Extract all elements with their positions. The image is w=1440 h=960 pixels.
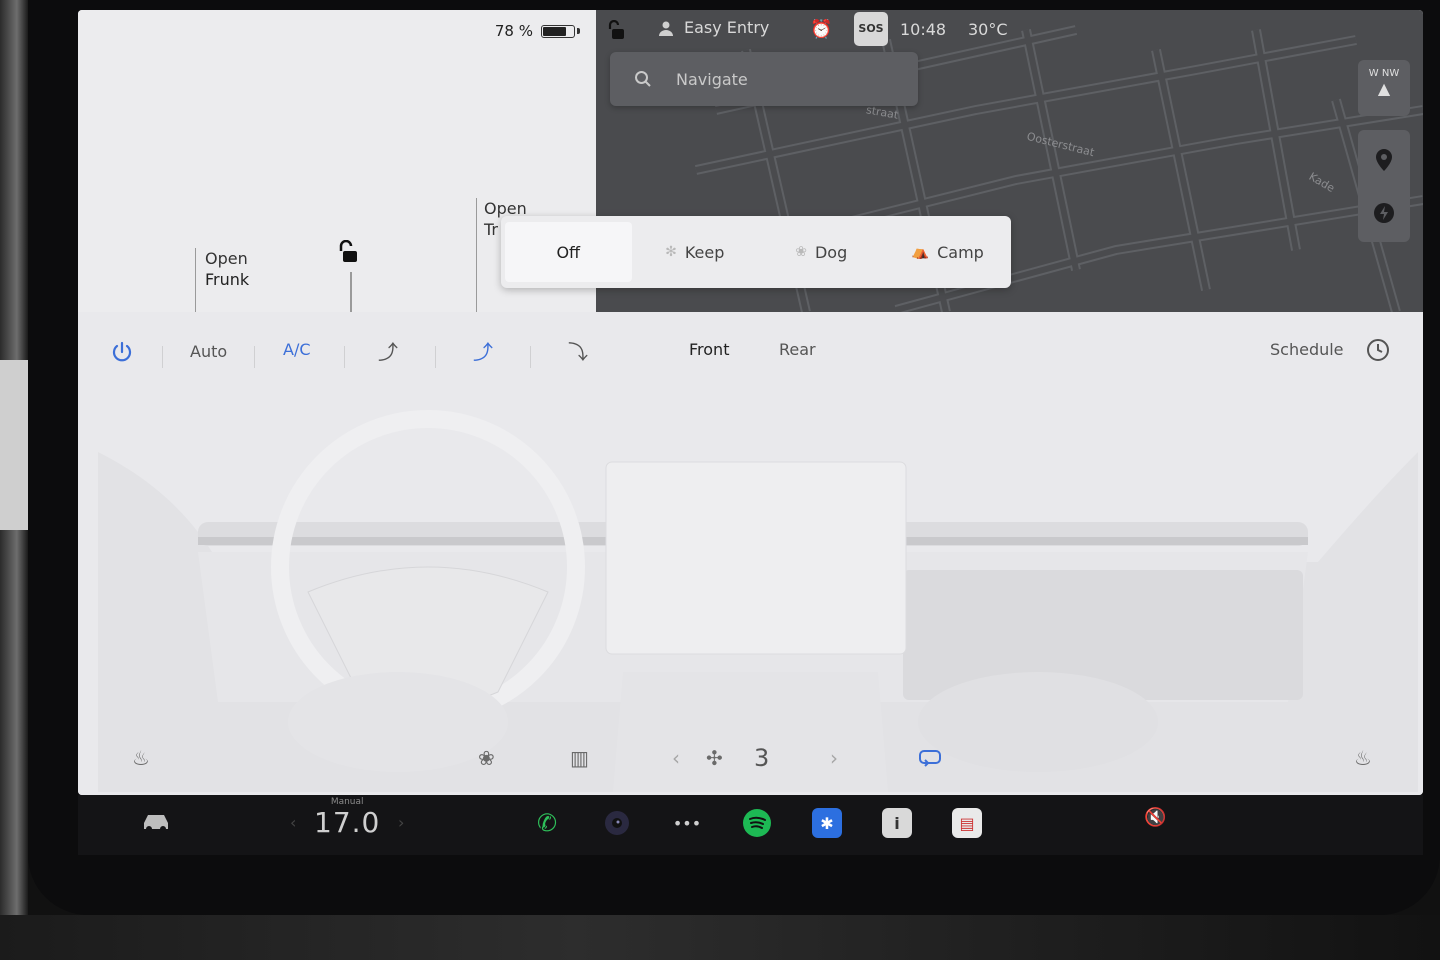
volume-mute-icon[interactable]: 🔇 xyxy=(1144,807,1166,828)
option-label: Dog xyxy=(814,242,848,262)
driver-profile[interactable]: Easy Entry xyxy=(658,18,769,37)
navigate-search[interactable]: Navigate xyxy=(610,52,918,106)
fan-decrease-button[interactable]: ‹ xyxy=(672,746,680,770)
heading-arrow-icon: ▲ xyxy=(1377,79,1391,98)
search-icon xyxy=(635,71,651,87)
profile-name: Easy Entry xyxy=(684,18,770,37)
passenger-seat-heater-icon[interactable]: ♨ xyxy=(1354,746,1372,770)
search-placeholder: Navigate xyxy=(676,69,748,89)
cabin-visualization xyxy=(98,410,1418,792)
touchscreen: 78 % Open Frunk Open Tr Oosterstraat Kad… xyxy=(78,10,1423,795)
phone-icon[interactable]: ✆ xyxy=(532,808,562,838)
airflow-feet-icon[interactable]: ⤵ xyxy=(568,336,588,365)
open-frunk-button[interactable]: Open Frunk xyxy=(195,248,249,316)
sos-button[interactable]: SOS xyxy=(854,12,888,46)
notes-icon[interactable]: ▤ xyxy=(952,808,982,838)
tent-icon: ⛺ xyxy=(911,244,930,260)
option-label: Keep xyxy=(684,242,725,262)
temp-increase-button[interactable]: › xyxy=(398,813,404,832)
charging-icon[interactable] xyxy=(1373,202,1395,224)
front-defrost-icon[interactable]: ❀ xyxy=(478,746,495,770)
tab-rear[interactable]: Rear xyxy=(779,340,816,359)
more-icon[interactable]: ••• xyxy=(672,808,702,838)
frunk-label-frunk: Frunk xyxy=(205,270,250,289)
fan-icon: ✣ xyxy=(706,746,723,770)
camera-icon[interactable] xyxy=(602,808,632,838)
alarm-clock-icon[interactable]: ⏰ xyxy=(810,19,832,40)
fan-increase-button[interactable]: › xyxy=(830,746,838,770)
map-tools xyxy=(1358,130,1410,242)
fan-icon: ✻ xyxy=(665,244,677,260)
airflow-face-icon[interactable]: ⤴ xyxy=(378,336,398,365)
rear-defrost-icon[interactable]: ▥ xyxy=(570,746,589,770)
person-icon xyxy=(659,21,673,36)
recirculate-icon[interactable] xyxy=(918,748,942,768)
keep-climate-selector: Off ✻ Keep ❀ Dog ⛺ Camp xyxy=(501,216,1011,288)
clock-time: 10:48 xyxy=(900,20,947,39)
climate-panel: Auto A/C ⤴ ⤴ ⤵ Front Rear Schedule ♨ ❀ ▥… xyxy=(78,312,1423,795)
status-bar: Easy Entry ⏰ SOS 10:48 30°C xyxy=(596,10,1423,50)
driver-temperature[interactable]: Manual 17.0 xyxy=(314,797,380,839)
manual-icon[interactable]: i xyxy=(882,808,912,838)
outside-temperature: 30°C xyxy=(968,20,1008,39)
temp-decrease-button[interactable]: ‹ xyxy=(290,813,296,832)
battery-indicator: 78 % xyxy=(495,22,580,40)
power-icon[interactable] xyxy=(110,340,134,364)
temp-value: 17.0 xyxy=(314,806,381,839)
keep-climate-dog[interactable]: ❀ Dog xyxy=(758,222,885,282)
car-interior-bottom xyxy=(0,915,1440,960)
auto-button[interactable]: Auto xyxy=(190,342,227,361)
ac-button[interactable]: A/C xyxy=(283,340,311,359)
climate-bottom-controls: ♨ ❀ ▥ ‹ ✣ 3 › ♨ xyxy=(78,740,1423,780)
location-pin-icon[interactable] xyxy=(1374,148,1394,172)
bluetooth-icon[interactable]: ✱ xyxy=(812,808,842,838)
keep-climate-off[interactable]: Off xyxy=(505,222,632,282)
spotify-icon[interactable] xyxy=(742,808,772,838)
keep-climate-camp[interactable]: ⛺ Camp xyxy=(885,222,1012,282)
lock-status-icon[interactable] xyxy=(606,20,626,40)
tab-front[interactable]: Front xyxy=(689,340,729,359)
unlock-icon[interactable] xyxy=(336,240,358,264)
frunk-label-open: Open xyxy=(205,249,248,268)
compass-heading: W NW xyxy=(1368,68,1400,79)
airflow-face-feet-icon[interactable]: ⤴ xyxy=(473,336,493,365)
driver-seat-heater-icon[interactable]: ♨ xyxy=(132,746,150,770)
keep-climate-keep[interactable]: ✻ Keep xyxy=(632,222,759,282)
battery-icon xyxy=(541,24,575,38)
option-label: Camp xyxy=(937,242,984,262)
car-icon[interactable] xyxy=(140,811,172,833)
option-label: Off xyxy=(556,242,581,262)
clock-icon[interactable] xyxy=(1366,338,1390,362)
climate-controls: Auto A/C ⤴ ⤴ ⤵ Front Rear Schedule xyxy=(78,326,1423,386)
taskbar: ‹ Manual 17.0 › ✆ ••• ✱ i ▤ 🔇 xyxy=(78,795,1423,855)
car-interior-left xyxy=(0,0,28,960)
compass-button[interactable]: W NW ▲ xyxy=(1358,60,1410,116)
fan-speed-value: 3 xyxy=(754,744,770,772)
schedule-button[interactable]: Schedule xyxy=(1270,340,1344,359)
battery-percent: 78 % xyxy=(494,22,533,40)
paw-icon: ❀ xyxy=(795,244,807,260)
